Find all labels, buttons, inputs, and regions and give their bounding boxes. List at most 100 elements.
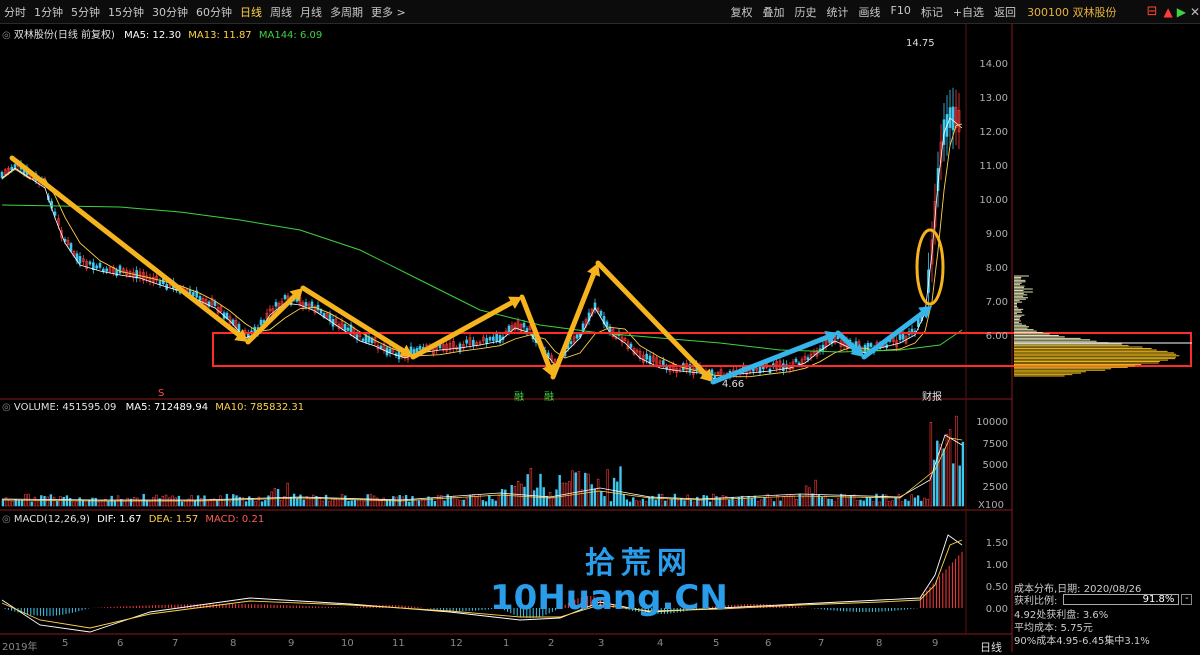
volume-bar bbox=[555, 489, 558, 507]
volume-bar bbox=[488, 495, 491, 507]
volume-bar bbox=[494, 500, 497, 507]
period-tab-9[interactable]: 多周期 bbox=[326, 4, 367, 20]
candle-body bbox=[794, 358, 798, 363]
arrow-up-icon[interactable]: ▲ bbox=[1163, 5, 1172, 19]
ma13-value: MA13: 11.87 bbox=[188, 30, 252, 41]
volume-bar bbox=[337, 500, 341, 507]
period-tab-4[interactable]: 30分钟 bbox=[148, 4, 192, 20]
period-tab-3[interactable]: 15分钟 bbox=[104, 4, 148, 20]
volume-bar bbox=[920, 500, 923, 507]
volume-bar bbox=[596, 478, 600, 507]
volume-bar bbox=[363, 500, 366, 507]
trend-arrow bbox=[245, 293, 297, 345]
period-tab-10[interactable]: 更多 > bbox=[367, 4, 410, 20]
ma5-value: MA5: 12.30 bbox=[124, 30, 182, 41]
volume-bar bbox=[59, 496, 62, 507]
tool-button-2[interactable]: 历史 bbox=[790, 4, 822, 20]
candle-body bbox=[328, 314, 332, 321]
volume-bar bbox=[139, 500, 142, 507]
volume-bar bbox=[728, 499, 731, 507]
tool-button-0[interactable]: 复权 bbox=[726, 4, 758, 20]
volume-bar bbox=[107, 501, 110, 507]
candle-body bbox=[599, 310, 603, 316]
volume-bar bbox=[590, 484, 593, 507]
volume-bar bbox=[609, 501, 613, 507]
candle-body bbox=[782, 363, 785, 372]
main-yticks-tick: 11.00 bbox=[979, 161, 1008, 172]
period-tab-7[interactable]: 周线 bbox=[266, 4, 296, 20]
period-tab-8[interactable]: 月线 bbox=[296, 4, 326, 20]
tool-button-8[interactable]: 返回 bbox=[989, 4, 1021, 20]
candle-body bbox=[910, 328, 914, 333]
volume-bar bbox=[180, 501, 184, 507]
vol-yticks-tick: 10000 bbox=[976, 417, 1008, 428]
close-icon[interactable]: ✕ bbox=[1190, 5, 1200, 19]
volume-bar bbox=[830, 498, 833, 507]
candle-body bbox=[415, 348, 419, 353]
volume-bar bbox=[286, 482, 289, 507]
volume-bar bbox=[865, 497, 869, 507]
dea-line bbox=[1, 539, 963, 629]
event-marker-report[interactable]: 财报 bbox=[922, 388, 942, 403]
bottom-period-label[interactable]: 日线 bbox=[980, 639, 1002, 655]
volume-ma5: MA5: 712489.94 bbox=[125, 402, 209, 413]
volume-bar bbox=[516, 480, 520, 507]
volume-bar bbox=[46, 496, 49, 507]
volume-bar bbox=[228, 501, 232, 507]
period-tab-1[interactable]: 1分钟 bbox=[30, 4, 67, 20]
volume-bar bbox=[328, 500, 331, 507]
macd-value: MACD: 0.21 bbox=[205, 514, 265, 525]
volume-bar bbox=[616, 481, 619, 507]
volume-bar bbox=[417, 500, 421, 507]
candle-body bbox=[629, 343, 633, 348]
ma-toggle-icon[interactable]: ◎ bbox=[2, 30, 11, 41]
volume-bar bbox=[577, 471, 581, 507]
volume-bar bbox=[862, 500, 865, 507]
expand-icon[interactable]: - bbox=[1181, 594, 1193, 605]
volume-bar bbox=[395, 496, 398, 507]
x-axis-label: 2 bbox=[548, 638, 555, 649]
tool-button-5[interactable]: F10 bbox=[886, 4, 916, 20]
volume-bar bbox=[910, 494, 913, 507]
settings-icon[interactable]: ⊟ bbox=[1147, 4, 1158, 19]
volume-bar bbox=[638, 500, 641, 507]
volume-bar bbox=[769, 498, 773, 507]
candle-body bbox=[492, 336, 495, 341]
tool-button-7[interactable]: +自选 bbox=[948, 4, 989, 20]
volume-bar bbox=[846, 497, 849, 507]
volume-bar bbox=[491, 499, 494, 507]
tool-button-6[interactable]: 标记 bbox=[916, 4, 948, 20]
volume-bar bbox=[78, 497, 81, 507]
tool-button-3[interactable]: 统计 bbox=[822, 4, 854, 20]
candle-body bbox=[259, 319, 263, 326]
volume-bar bbox=[8, 500, 11, 507]
candle-body bbox=[98, 263, 102, 268]
period-tab-2[interactable]: 5分钟 bbox=[67, 4, 104, 20]
volume-ma10: MA10: 785832.31 bbox=[215, 402, 305, 413]
candle-body bbox=[645, 353, 648, 360]
dif-line bbox=[1, 534, 963, 633]
profit-bar: 91.8% bbox=[1063, 594, 1180, 605]
event-marker-rong2[interactable]: 融 bbox=[544, 388, 554, 403]
volume-bar bbox=[392, 496, 395, 507]
volume-bar bbox=[600, 491, 603, 507]
volume-bar bbox=[308, 499, 312, 507]
trend-arrow bbox=[410, 300, 514, 360]
period-tab-0[interactable]: 分时 bbox=[0, 4, 30, 20]
volume-toggle-icon[interactable]: ◎ bbox=[2, 402, 11, 413]
tool-button-1[interactable]: 叠加 bbox=[758, 4, 790, 20]
volume-bar bbox=[340, 494, 344, 507]
macd-toggle-icon[interactable]: ◎ bbox=[2, 514, 11, 525]
period-tabs: 分时 1分钟 5分钟 15分钟 30分钟 60分钟 日线 周线 月线 多周期 更多 > bbox=[0, 4, 410, 20]
period-tab-6[interactable]: 日线 bbox=[236, 4, 266, 20]
event-marker-s[interactable]: S bbox=[158, 388, 164, 399]
period-tab-5[interactable]: 60分钟 bbox=[192, 4, 236, 20]
tool-button-4[interactable]: 画线 bbox=[854, 4, 886, 20]
volume-bar bbox=[625, 499, 629, 507]
volume-bar bbox=[132, 497, 136, 507]
volume-bar bbox=[603, 496, 606, 507]
candle-body bbox=[866, 343, 870, 351]
event-marker-rong1[interactable]: 融 bbox=[514, 388, 524, 403]
volume-bar bbox=[683, 500, 686, 507]
play-icon[interactable]: ▶ bbox=[1177, 5, 1186, 19]
